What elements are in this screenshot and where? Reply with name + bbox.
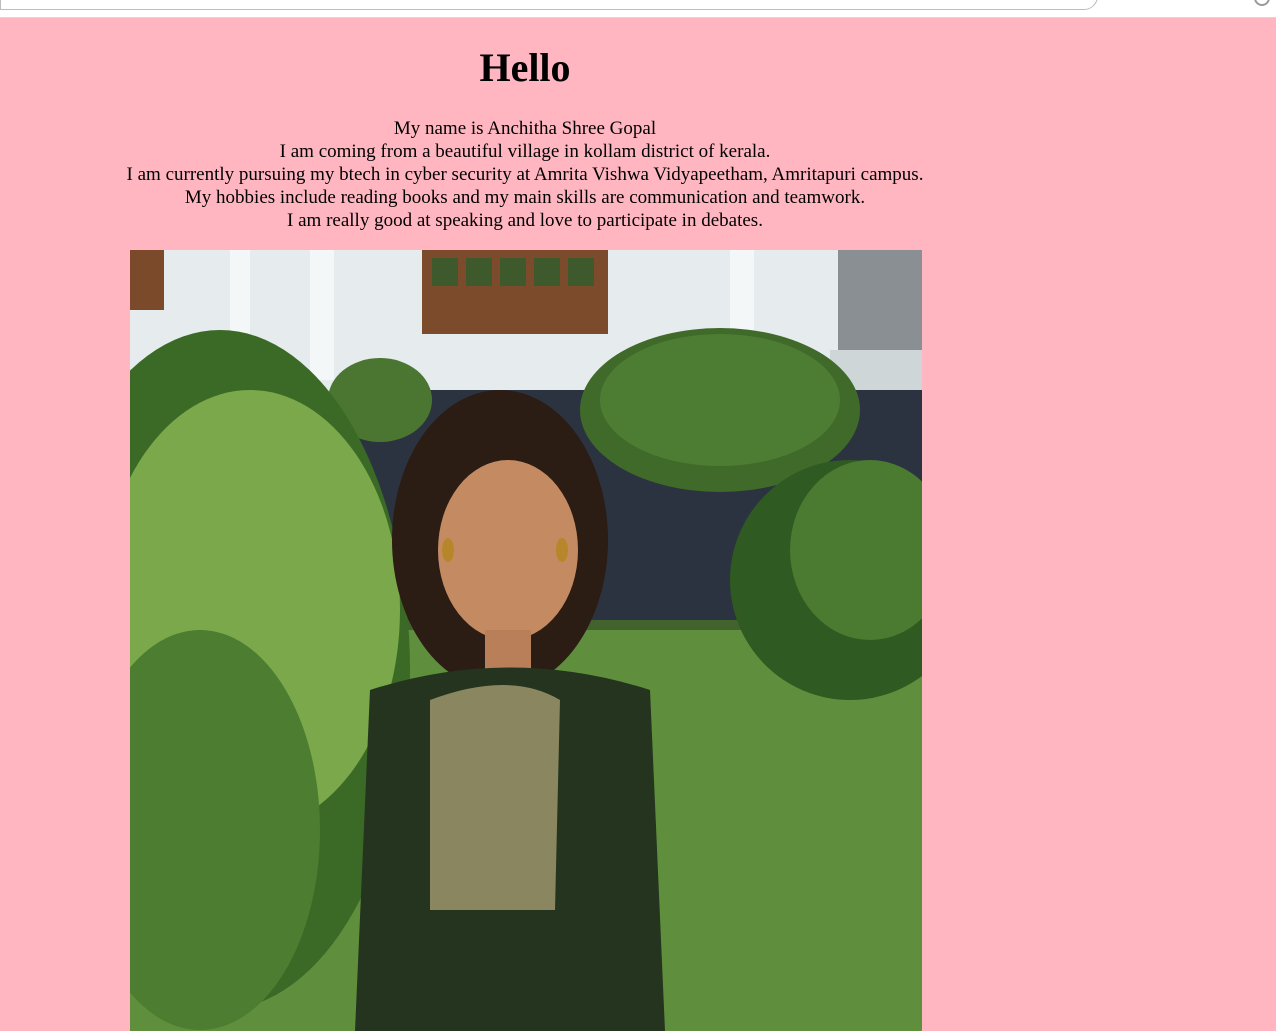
bio-line: I am really good at speaking and love to… [287, 210, 763, 231]
bio-line: I am coming from a beautiful village in … [279, 141, 771, 162]
bio-paragraph: My name is Anchitha Shree Gopal I am com… [0, 117, 1050, 232]
profile-photo [130, 250, 922, 1031]
browser-toolbar [0, 0, 1276, 18]
address-bar[interactable] [0, 0, 1098, 10]
bio-line: My hobbies include reading books and my … [184, 187, 866, 208]
browser-menu-icon[interactable] [1254, 0, 1270, 6]
page-content: Hello My name is Anchitha Shree Gopal I … [0, 17, 1050, 232]
bio-line: My name is Anchitha Shree Gopal [393, 118, 657, 139]
page-heading: Hello [479, 45, 571, 90]
bio-line: I am currently pursuing my btech in cybe… [126, 164, 924, 185]
